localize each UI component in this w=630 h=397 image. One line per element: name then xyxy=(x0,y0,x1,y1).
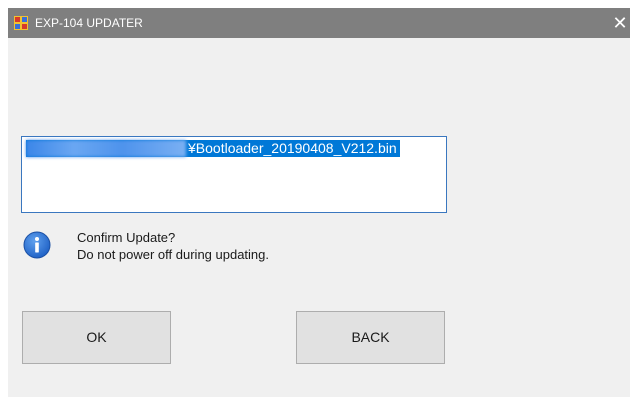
window-title: EXP-104 UPDATER xyxy=(35,16,143,30)
redacted-path-prefix xyxy=(26,140,186,157)
back-button[interactable]: BACK xyxy=(296,311,445,364)
file-path-text: ¥Bootloader_20190408_V212.bin xyxy=(188,140,397,156)
selected-path: ¥Bootloader_20190408_V212.bin xyxy=(26,140,400,157)
info-icon xyxy=(23,231,51,259)
title-bar[interactable]: EXP-104 UPDATER ✕ xyxy=(8,8,630,38)
confirm-message: Confirm Update? xyxy=(77,230,176,245)
app-icon xyxy=(14,16,28,30)
updater-window: EXP-104 UPDATER ✕ ¥Bootloader_20190408_V… xyxy=(8,8,630,397)
close-icon[interactable]: ✕ xyxy=(610,8,630,38)
file-path-textbox[interactable]: ¥Bootloader_20190408_V212.bin xyxy=(21,136,447,213)
ok-button[interactable]: OK xyxy=(22,311,171,364)
warning-message: Do not power off during updating. xyxy=(77,247,270,262)
